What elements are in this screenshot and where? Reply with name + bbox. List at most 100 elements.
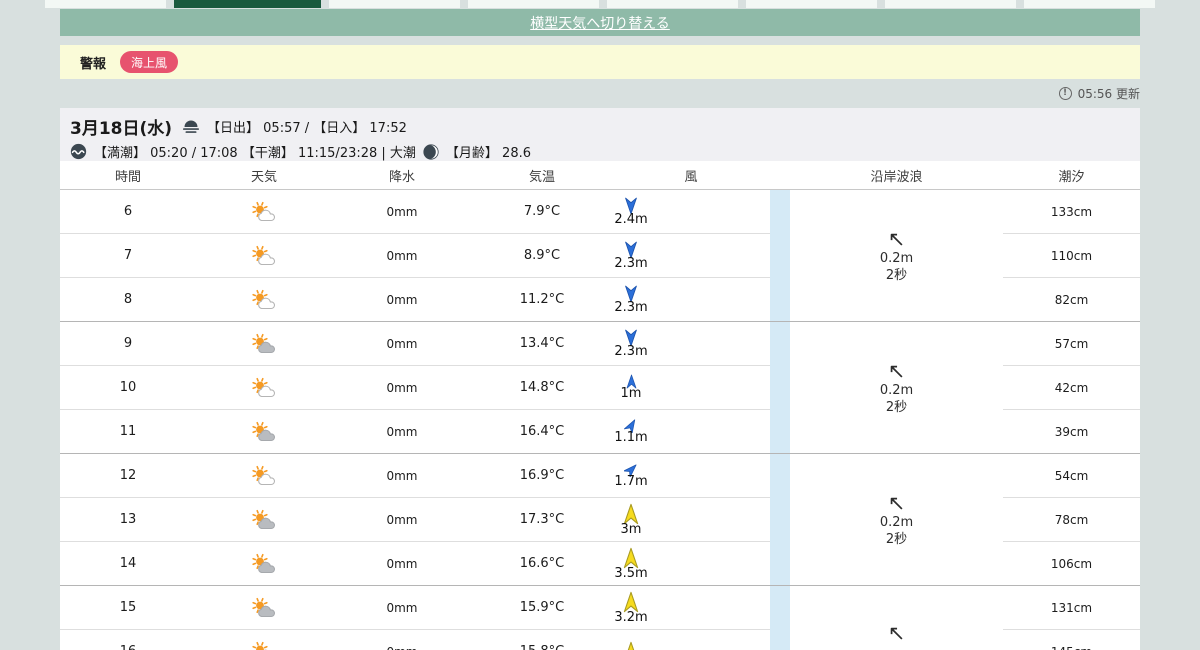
alert-bar: 警報 海上風 [60, 45, 1140, 79]
weather-icon [249, 289, 279, 311]
hour-cell: 9 [60, 322, 196, 366]
hour-cell: 12 [60, 454, 196, 498]
date-header-line2: 【満潮】 05:20 / 17:08 【干潮】 11:15/23:28 | 大潮… [70, 142, 1140, 161]
wind-cell [612, 630, 770, 650]
hour-cell: 8 [60, 278, 196, 322]
daylight-stripe [770, 498, 790, 542]
top-tab-3[interactable] [468, 0, 599, 8]
weather-cell [196, 410, 332, 454]
wind-speed-label: 1.1m [614, 430, 648, 445]
date-label: 3月18日(水) [70, 119, 173, 139]
hour-cell: 7 [60, 234, 196, 278]
top-tab-4[interactable] [607, 0, 738, 8]
top-tab-0[interactable] [45, 0, 166, 8]
wind-speed-label: 1.7m [614, 474, 648, 489]
wind-cell: 3.2m [612, 586, 770, 630]
header-spacer [770, 161, 790, 190]
top-tab-2[interactable] [329, 0, 460, 8]
switch-layout-link[interactable]: 横型天気へ切り替える [530, 13, 670, 33]
moon-icon [423, 143, 439, 160]
precip-cell: 0mm [332, 498, 472, 542]
weather-icon [249, 333, 279, 355]
wave-direction-arrow-icon: ↖ [887, 358, 906, 383]
col-header: 時間 [60, 161, 196, 190]
precip-cell: 0mm [332, 190, 472, 234]
sunrise-sunset-label: 【日出】 05:57 / 【日入】 17:52 [207, 121, 407, 136]
tide-cell: 54cm [1003, 454, 1140, 498]
temp-cell: 13.4°C [472, 322, 612, 366]
weather-icon [249, 465, 279, 487]
wind-cell: 2.3m [612, 234, 770, 278]
top-tab-5[interactable] [746, 0, 877, 8]
marine-wind-warning-badge[interactable]: 海上風 [120, 51, 179, 73]
wind-cell: 2.3m [612, 322, 770, 366]
wind-cell: 2.4m [612, 190, 770, 234]
temp-cell: 15.8°C [472, 630, 612, 650]
wind-cell: 3m [612, 498, 770, 542]
hour-cell: 15 [60, 586, 196, 630]
weather-icon [249, 597, 279, 619]
weather-cell [196, 542, 332, 586]
tide-cell: 57cm [1003, 322, 1140, 366]
tide-cell: 39cm [1003, 410, 1140, 454]
daylight-stripe [770, 454, 790, 498]
weather-cell [196, 190, 332, 234]
weather-cell [196, 498, 332, 542]
tide-cell: 131cm [1003, 586, 1140, 630]
precip-cell: 0mm [332, 542, 472, 586]
top-tab-6[interactable] [885, 0, 1016, 8]
wave-direction-arrow-icon: ↖ [887, 621, 906, 645]
daylight-stripe [770, 366, 790, 410]
temp-cell: 16.6°C [472, 542, 612, 586]
temp-cell: 11.2°C [472, 278, 612, 322]
wave-height-label: 0.2m [879, 514, 914, 530]
weather-icon [249, 245, 279, 267]
precip-cell: 0mm [332, 454, 472, 498]
temp-cell: 15.9°C [472, 586, 612, 630]
temp-cell: 8.9°C [472, 234, 612, 278]
col-header: 沿岸波浪 [790, 161, 1003, 190]
wind-cell: 1m [612, 366, 770, 410]
wave-circle-icon [70, 143, 87, 160]
weather-cell [196, 322, 332, 366]
date-header-line1: 3月18日(水) 【日出】 05:57 / 【日入】 17:52 [70, 114, 1140, 139]
wave-direction-arrow-icon: ↖ [887, 226, 906, 251]
hour-cell: 13 [60, 498, 196, 542]
weather-icon [249, 641, 279, 650]
date-header: 3月18日(水) 【日出】 05:57 / 【日入】 17:52 【満潮】 05… [60, 108, 1140, 161]
daylight-stripe [770, 586, 790, 630]
top-tab-strip [45, 0, 1155, 8]
col-header: 降水 [332, 161, 472, 190]
switch-banner: 横型天気へ切り替える [60, 9, 1140, 36]
hour-cell: 11 [60, 410, 196, 454]
col-header: 風 [612, 161, 770, 190]
daylight-stripe [770, 322, 790, 366]
temp-cell: 14.8°C [472, 366, 612, 410]
wind-speed-label: 2.4m [614, 211, 648, 227]
hour-cell: 16 [60, 630, 196, 650]
tide-cell: 82cm [1003, 278, 1140, 322]
wave-cell: ↖ 0.2m 2秒 [790, 322, 1003, 454]
tide-times-label: 【満潮】 05:20 / 17:08 【干潮】 11:15/23:28 | 大潮 [94, 146, 416, 161]
temp-cell: 16.9°C [472, 454, 612, 498]
daylight-stripe [770, 278, 790, 322]
col-header: 天気 [196, 161, 332, 190]
hour-cell: 6 [60, 190, 196, 234]
wind-speed-label: 1m [620, 386, 642, 401]
wind-speed-label: 3.2m [614, 609, 648, 625]
hour-cell: 10 [60, 366, 196, 410]
precip-cell: 0mm [332, 410, 472, 454]
wave-period-label: 2秒 [885, 399, 908, 415]
weather-icon [249, 377, 279, 399]
top-tab-7[interactable] [1024, 0, 1155, 8]
tide-cell: 145cm [1003, 630, 1140, 650]
tide-cell: 42cm [1003, 366, 1140, 410]
top-tab-1[interactable] [174, 0, 321, 8]
weather-cell [196, 586, 332, 630]
wave-cell: ↖ 0.2m 2秒 [790, 454, 1003, 586]
wind-cell: 1.1m [612, 410, 770, 454]
weather-icon [249, 421, 279, 443]
precip-cell: 0mm [332, 278, 472, 322]
daylight-stripe [770, 410, 790, 454]
wind-speed-label: 3m [620, 521, 642, 537]
